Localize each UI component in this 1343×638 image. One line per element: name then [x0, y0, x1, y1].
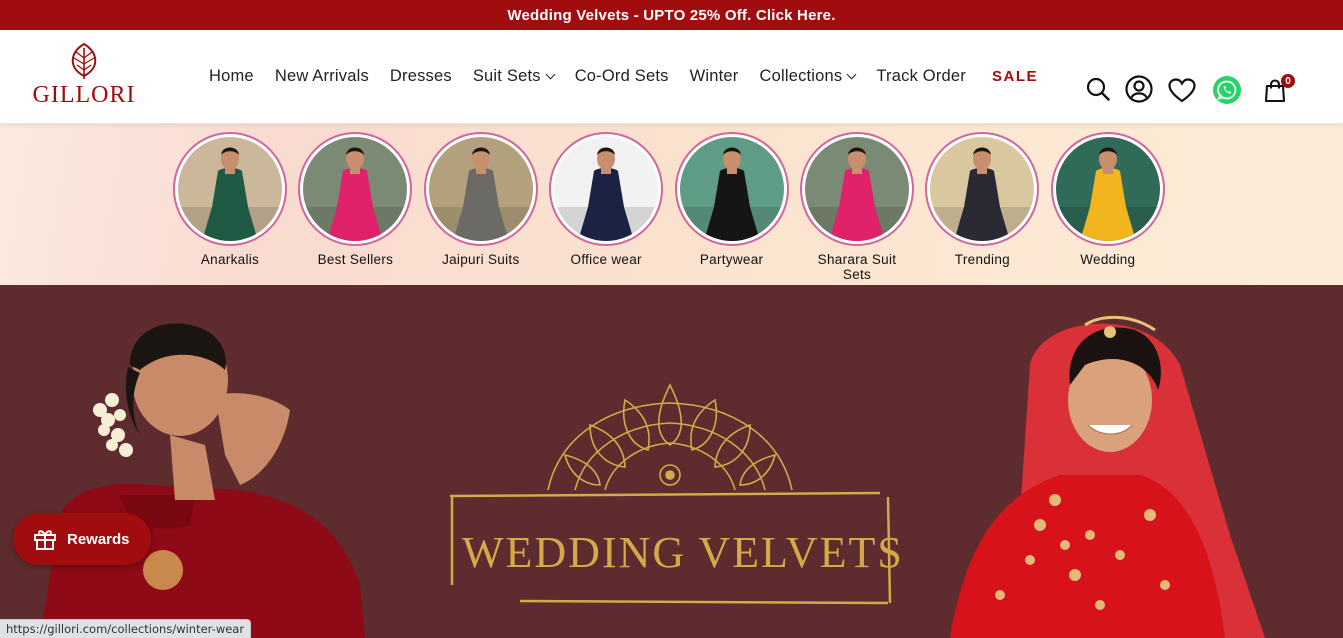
collection-thumbnail[interactable]	[303, 137, 408, 241]
collection-item[interactable]: Wedding	[1048, 132, 1168, 267]
right-model-image	[950, 315, 1265, 638]
nav-sale-label: SALE	[991, 68, 1038, 85]
nav-dresses-label: Dresses	[389, 67, 452, 85]
collection-label[interactable]: Partywear	[682, 252, 782, 267]
hero-banner[interactable]: WEDDING VELVETS	[0, 285, 1343, 638]
model-thumbnail-image	[1055, 147, 1160, 241]
nav-home[interactable]: Home	[209, 67, 254, 86]
collection-label[interactable]: Best Sellers	[305, 252, 405, 267]
nav-co-ord-sets-label: Co-Ord Sets	[574, 67, 669, 85]
collection-image-ring[interactable]	[423, 132, 538, 246]
collection-image-ring[interactable]	[1050, 132, 1165, 246]
collection-label[interactable]: Sharara Suit Sets	[807, 252, 907, 282]
cart-bag-icon[interactable]: 0	[1263, 74, 1295, 104]
collection-item[interactable]: Best Sellers	[295, 132, 415, 267]
collection-thumbnail[interactable]	[1055, 137, 1160, 241]
nav-dresses[interactable]: Dresses	[390, 67, 452, 86]
nav-sale[interactable]: SALE	[992, 68, 1038, 85]
collection-image-ring[interactable]	[298, 132, 413, 246]
model-thumbnail-image	[178, 147, 282, 241]
wishlist-heart-icon[interactable]	[1168, 77, 1196, 103]
rewards-label: Rewards	[67, 530, 130, 548]
collection-thumbnail[interactable]	[554, 137, 659, 241]
nav-track-order[interactable]: Track Order	[876, 67, 966, 86]
collection-item[interactable]: Jaipuri Suits	[421, 132, 541, 267]
nav-track-order-label: Track Order	[876, 67, 966, 85]
collection-label[interactable]: Trending	[932, 252, 1032, 267]
model-thumbnail-image	[428, 147, 533, 241]
collection-thumbnail[interactable]	[679, 137, 784, 241]
account-icon[interactable]	[1125, 75, 1153, 103]
collection-item[interactable]: Sharara Suit Sets	[797, 132, 917, 282]
announcement-bar[interactable]: Wedding Velvets - UPTO 25% Off. Click He…	[0, 0, 1343, 30]
search-icon[interactable]	[1085, 76, 1111, 102]
nav-new-arrivals[interactable]: New Arrivals	[275, 67, 369, 86]
collection-thumbnail[interactable]	[805, 137, 909, 241]
collection-label[interactable]: Office wear	[556, 252, 656, 267]
brand-name: GILLORI	[32, 82, 136, 108]
collection-label[interactable]: Anarkalis	[180, 252, 280, 267]
collection-image-ring[interactable]	[549, 132, 664, 246]
rewards-button[interactable]: Rewards	[13, 513, 151, 565]
hero-title: WEDDING VELVETS	[462, 528, 904, 577]
collection-thumbnail[interactable]	[178, 137, 282, 241]
announcement-text[interactable]: Wedding Velvets - UPTO 25% Off. Click He…	[507, 7, 835, 24]
collection-item[interactable]: Office wear	[546, 132, 666, 267]
collection-image-ring[interactable]	[925, 132, 1040, 246]
main-nav: Home New Arrivals Dresses Suit Sets Co-O…	[209, 67, 1059, 86]
model-thumbnail-image	[805, 147, 909, 241]
leaf-logo-icon	[71, 42, 97, 79]
collection-item[interactable]: Anarkalis	[170, 132, 290, 267]
nav-winter[interactable]: Winter	[690, 67, 739, 86]
nav-suit-sets-label: Suit Sets	[472, 67, 541, 85]
hero-illustration	[40, 315, 1265, 638]
brand-logo[interactable]: GILLORI	[32, 42, 136, 114]
whatsapp-icon[interactable]	[1212, 75, 1242, 105]
collections-strip: Anarkalis Best Sellers Jaipuri Suits Office…	[0, 124, 1343, 285]
chevron-down-icon	[846, 69, 857, 80]
nav-winter-label: Winter	[689, 67, 739, 85]
collection-item[interactable]: Partywear	[672, 132, 792, 267]
collection-thumbnail[interactable]	[428, 137, 533, 241]
model-thumbnail-image	[303, 147, 408, 241]
collection-thumbnail[interactable]	[930, 137, 1035, 241]
left-model-image	[40, 323, 365, 638]
browser-status-url: https://gillori.com/collections/winter-w…	[0, 619, 252, 638]
collection-image-ring[interactable]	[173, 132, 287, 246]
site-header: GILLORI Home New Arrivals Dresses Suit S…	[0, 30, 1343, 124]
nav-co-ord-sets[interactable]: Co-Ord Sets	[575, 67, 669, 86]
nav-collections-label: Collections	[759, 67, 843, 85]
nav-suit-sets[interactable]: Suit Sets	[472, 67, 556, 86]
collection-item[interactable]: Trending	[922, 132, 1042, 267]
collection-label[interactable]: Wedding	[1058, 252, 1158, 267]
gift-icon	[34, 530, 56, 550]
cart-count-badge: 0	[1281, 74, 1295, 88]
nav-collections[interactable]: Collections	[759, 67, 857, 86]
nav-home-label: Home	[209, 67, 254, 85]
chevron-down-icon	[545, 69, 556, 80]
model-thumbnail-image	[930, 147, 1035, 241]
model-thumbnail-image	[679, 147, 784, 241]
model-thumbnail-image	[554, 147, 659, 241]
mandala-ornament	[547, 383, 793, 491]
nav-new-arrivals-label: New Arrivals	[274, 67, 369, 85]
collection-image-ring[interactable]	[800, 132, 914, 246]
collection-image-ring[interactable]	[674, 132, 789, 246]
collection-label[interactable]: Jaipuri Suits	[431, 252, 531, 267]
